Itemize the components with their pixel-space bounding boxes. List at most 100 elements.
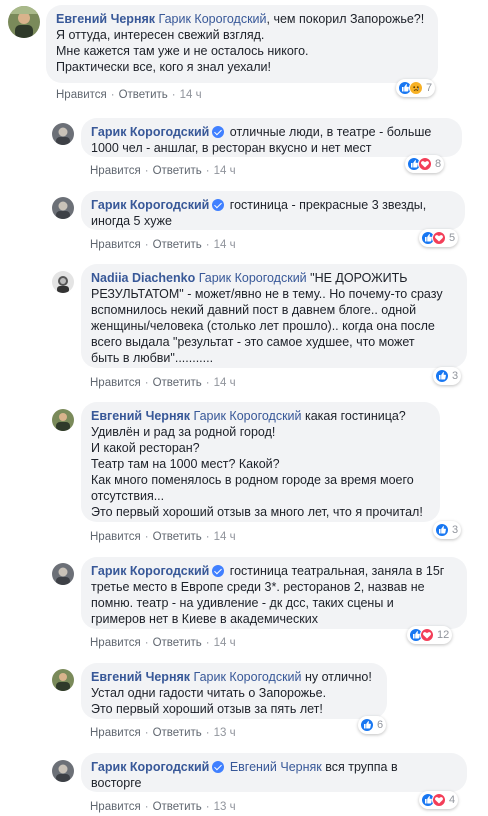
verified-badge-icon [212,761,225,773]
reactions-badge[interactable]: 12 [407,626,453,644]
verified-badge-icon [212,565,225,577]
love-reaction-icon [418,157,432,171]
comment-bubble: Гарик Корогодский Евгений Черняк вся тру… [81,753,467,792]
comment-text-line: И какой ресторан? [91,441,200,455]
comment-text-line: иногда 5 хуже [91,214,172,228]
comment-author[interactable]: Гарик Корогодский [91,564,209,578]
reactions-badge[interactable]: 3 [433,367,462,385]
reply-link[interactable]: Ответить [153,637,202,649]
comment-text-line: гостиница театральная, заняла в 15г [226,564,445,578]
avatar[interactable] [52,760,74,782]
reactions-badge[interactable]: 8 [405,155,445,173]
verified-badge-icon [212,199,225,211]
comment-time[interactable]: 13 ч [214,727,236,739]
like-link[interactable]: Нравится [90,727,141,739]
avatar[interactable] [52,197,74,219]
comment-time[interactable]: 14 ч [180,89,202,101]
comment-author[interactable]: Nadiia Diachenko [91,271,195,285]
reactions-badge[interactable]: 4 [419,791,459,809]
comment-actions: Нравится · Ответить · 14 ч [90,637,236,649]
reply-link[interactable]: Ответить [153,377,202,389]
comment-text-line: гримеров нет в Киеве в академических [91,612,318,626]
comment-text-line: Устал одни гадости читать о Запорожье. [91,686,327,700]
comment-actions: Нравится · Ответить · 14 ч [90,239,236,251]
verified-badge-icon [212,126,225,138]
comment-mention[interactable]: Гарик Корогодский [194,670,302,684]
avatar[interactable] [52,271,74,293]
comment-text-line: всего выдала "результат - это самое худш… [91,335,415,349]
comment-bubble: Гарик Корогодский гостиница - прекрасные… [81,191,465,230]
like-link[interactable]: Нравится [56,89,107,101]
comment-text-line: , чем покорил Запорожье?! [266,12,425,26]
comment-author[interactable]: Евгений Черняк [91,670,190,684]
reply-link[interactable]: Ответить [153,239,202,251]
reply-link[interactable]: Ответить [153,531,202,543]
like-link[interactable]: Нравится [90,531,141,543]
reaction-count: 8 [435,158,442,170]
avatar[interactable] [52,669,74,691]
avatar[interactable] [52,123,74,145]
comment-mention[interactable]: Гарик Корогодский [199,271,307,285]
reactions-badge[interactable]: 6 [358,716,387,734]
comment-author[interactable]: Гарик Корогодский [91,198,209,212]
comment-text-line: Удивлён и рад за родной город! [91,425,276,439]
comment-text-line: отличные люди, в театре - больше [226,125,432,139]
comment-mention[interactable]: Гарик Корогодский [194,409,302,423]
like-link[interactable]: Нравится [90,165,141,177]
reaction-count: 4 [449,794,456,806]
comment-time[interactable]: 14 ч [214,377,236,389]
like-link[interactable]: Нравится [90,239,141,251]
like-link[interactable]: Нравится [90,377,141,389]
comment-author[interactable]: Гарик Корогодский [91,760,209,774]
comment-time[interactable]: 13 ч [214,801,236,813]
comment-text-line: женщины/человека (столько лет прошло).. … [91,319,435,333]
comment-author[interactable]: Евгений Черняк [56,12,155,26]
comment-text-line: Это первый хороший отзыв за пять лет! [91,702,323,716]
comment-actions: Нравится · Ответить · 14 ч [90,165,236,177]
reactions-badge[interactable]: 3 [433,521,462,539]
comment-author[interactable]: Евгений Черняк [91,409,190,423]
like-link[interactable]: Нравится [90,637,141,649]
sad-reaction-icon [409,81,423,95]
comment-mention[interactable]: Гарик Корогодский [159,12,267,26]
reply-link[interactable]: Ответить [119,89,168,101]
comment-text-line: Практически все, кого я знал уехали! [56,60,271,74]
love-reaction-icon [420,628,434,642]
like-reaction-icon [435,369,449,383]
reaction-count: 5 [449,232,456,244]
comment-text-line: гостиница - прекрасные 3 звезды, [226,198,427,212]
reply-link[interactable]: Ответить [153,727,202,739]
comment-time[interactable]: 14 ч [214,165,236,177]
comment-time[interactable]: 14 ч [214,637,236,649]
comment-bubble: Евгений Черняк Гарик Корогодский ну отли… [81,663,387,719]
comment-bubble: Гарик Корогодский гостиница театральная,… [81,557,467,629]
reactions-badge[interactable]: 5 [419,229,459,247]
like-link[interactable]: Нравится [90,801,141,813]
comment-bubble: Евгений Черняк Гарик Корогодский, чем по… [46,5,438,83]
comment-text-line: помню. театр - на удивление - дк дсс, та… [91,596,394,610]
avatar[interactable] [52,409,74,431]
reply-link[interactable]: Ответить [153,801,202,813]
comment-actions: Нравится · Ответить · 13 ч [90,727,236,739]
comment-bubble: Nadiia Diachenko Гарик Корогодский "НЕ Д… [81,264,467,368]
avatar[interactable] [8,6,40,38]
comment-text-line: Это первый хороший отзыв за много лет, ч… [91,505,423,519]
comment-author[interactable]: Гарик Корогодский [91,125,209,139]
comment-text-line: быть в любви"........... [91,351,214,365]
comment-time[interactable]: 14 ч [214,239,236,251]
comment-text-line: Театр там на 1000 мест? Какой? [91,457,280,471]
reply-link[interactable]: Ответить [153,165,202,177]
comment-text-line: вся труппа в [321,760,398,774]
reaction-count: 3 [452,370,459,382]
comment-mention[interactable]: Евгений Черняк [230,760,322,774]
avatar[interactable] [52,563,74,585]
love-reaction-icon [432,793,446,807]
comment-bubble: Евгений Черняк Гарик Корогодский какая г… [81,402,440,522]
comment-text-line: восторге [91,776,142,790]
reactions-badge[interactable]: 7 [396,79,436,97]
comment-time[interactable]: 14 ч [214,531,236,543]
comment-text-line: какая гостиница? [301,409,406,423]
like-reaction-icon [435,523,449,537]
comment-text-line: вспомнилось некий давний пост в давнем б… [91,303,417,317]
love-reaction-icon [432,231,446,245]
